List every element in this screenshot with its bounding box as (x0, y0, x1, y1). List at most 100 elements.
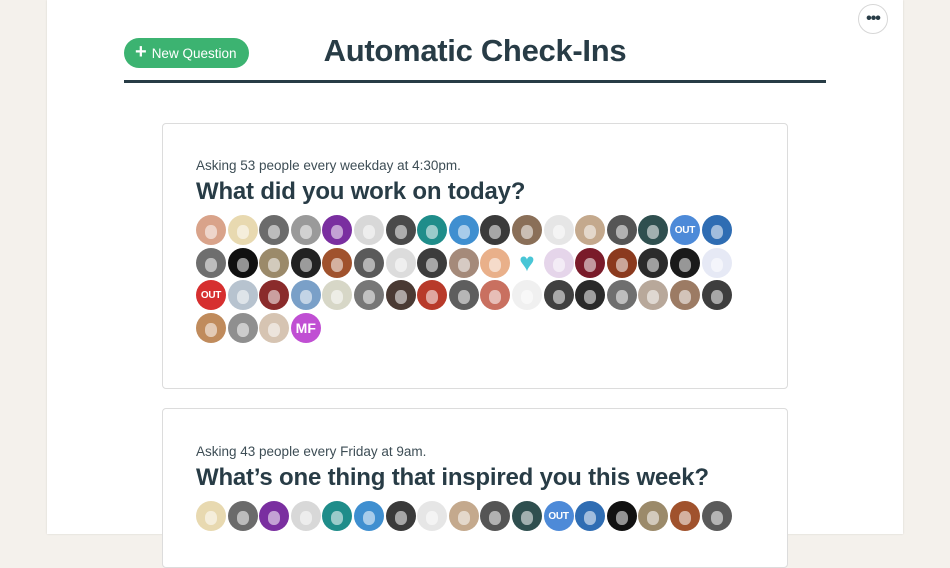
avatar[interactable] (543, 215, 574, 245)
avatar[interactable] (480, 247, 511, 278)
avatar[interactable] (417, 280, 448, 310)
avatar[interactable] (448, 247, 479, 278)
avatar[interactable] (480, 215, 511, 245)
out-badge-avatar[interactable]: OUT (669, 215, 700, 245)
person-icon (394, 290, 407, 304)
avatar[interactable] (417, 247, 448, 278)
avatar[interactable] (575, 501, 606, 531)
avatar[interactable] (385, 247, 416, 278)
avatar[interactable] (638, 501, 669, 531)
avatar[interactable] (543, 280, 574, 310)
avatar[interactable] (290, 215, 321, 245)
person-icon (236, 290, 249, 304)
person-icon (489, 290, 502, 304)
person-icon (299, 290, 312, 304)
avatar[interactable] (322, 215, 353, 245)
heart-avatar-icon[interactable]: ♥ (512, 248, 542, 278)
avatar[interactable] (417, 215, 448, 245)
avatar[interactable] (511, 501, 542, 531)
avatar[interactable] (259, 280, 290, 310)
avatar[interactable] (448, 215, 479, 245)
person-icon (236, 257, 249, 272)
avatar[interactable] (385, 501, 416, 531)
initials-avatar[interactable]: MF (290, 312, 321, 343)
avatar[interactable] (638, 247, 669, 278)
avatar[interactable] (322, 247, 353, 278)
person-icon (615, 290, 628, 304)
avatar[interactable] (353, 501, 384, 531)
person-icon (268, 225, 281, 239)
avatar[interactable] (606, 501, 637, 531)
person-icon (615, 511, 628, 525)
avatar-label: OUT (548, 510, 569, 522)
participant-avatars: OUT (196, 501, 736, 531)
person-icon (236, 511, 249, 525)
avatar[interactable] (480, 501, 511, 531)
avatar[interactable] (669, 501, 700, 531)
person-icon (331, 290, 344, 304)
avatar[interactable] (227, 501, 258, 531)
avatar[interactable] (701, 215, 732, 245)
avatar[interactable] (701, 501, 732, 531)
avatar[interactable] (669, 280, 700, 310)
person-icon (394, 511, 407, 525)
person-icon (584, 290, 597, 304)
avatar[interactable] (227, 312, 258, 343)
avatar[interactable] (638, 280, 669, 310)
avatar[interactable] (511, 280, 542, 310)
avatar-label: OUT (200, 289, 222, 301)
avatar[interactable] (227, 215, 258, 245)
avatar[interactable] (701, 280, 732, 310)
avatar[interactable] (353, 280, 384, 310)
avatar[interactable] (701, 247, 732, 278)
person-icon (268, 290, 281, 304)
person-icon (362, 290, 375, 304)
avatar[interactable] (638, 215, 669, 245)
checkin-question[interactable]: What did you work on today? (196, 178, 525, 206)
avatar[interactable] (227, 247, 258, 278)
avatar[interactable] (669, 247, 700, 278)
out-badge-avatar[interactable]: OUT (196, 280, 226, 310)
avatar[interactable] (606, 247, 637, 278)
person-icon (489, 511, 502, 525)
avatar[interactable] (227, 280, 258, 310)
avatar[interactable] (417, 501, 448, 531)
checkin-card[interactable]: Asking 43 people every Friday at 9am. Wh… (162, 408, 788, 568)
avatar[interactable] (448, 501, 479, 531)
person-icon (394, 225, 407, 239)
avatar[interactable] (259, 215, 290, 245)
avatar[interactable] (606, 280, 637, 310)
avatar[interactable] (196, 312, 226, 343)
out-badge-avatar[interactable]: OUT (543, 501, 574, 531)
avatar[interactable] (259, 312, 290, 343)
avatar[interactable] (448, 280, 479, 310)
more-options-button[interactable]: ••• (858, 4, 888, 34)
avatar[interactable] (575, 280, 606, 310)
avatar[interactable] (196, 215, 226, 245)
checkin-card[interactable]: Asking 53 people every weekday at 4:30pm… (162, 123, 788, 389)
avatar[interactable] (385, 280, 416, 310)
avatar[interactable] (575, 247, 606, 278)
avatar[interactable] (575, 215, 606, 245)
checkin-question[interactable]: What’s one thing that inspired you this … (196, 464, 709, 492)
avatar[interactable] (543, 247, 574, 278)
participant-avatars: OUT ♥ OUT MF (196, 215, 736, 343)
avatar[interactable] (322, 501, 353, 531)
avatar[interactable] (322, 280, 353, 310)
avatar[interactable] (606, 215, 637, 245)
avatar[interactable] (290, 247, 321, 278)
avatar[interactable] (290, 280, 321, 310)
avatar-label: MF (295, 319, 316, 336)
person-icon (489, 257, 502, 272)
avatar[interactable] (353, 247, 384, 278)
avatar[interactable] (196, 501, 226, 531)
avatar[interactable] (480, 280, 511, 310)
avatar[interactable] (196, 247, 226, 278)
avatar[interactable] (511, 215, 542, 245)
avatar[interactable] (259, 247, 290, 278)
avatar[interactable] (290, 501, 321, 531)
person-icon (205, 511, 217, 525)
avatar[interactable] (259, 501, 290, 531)
avatar[interactable] (385, 215, 416, 245)
avatar[interactable] (353, 215, 384, 245)
